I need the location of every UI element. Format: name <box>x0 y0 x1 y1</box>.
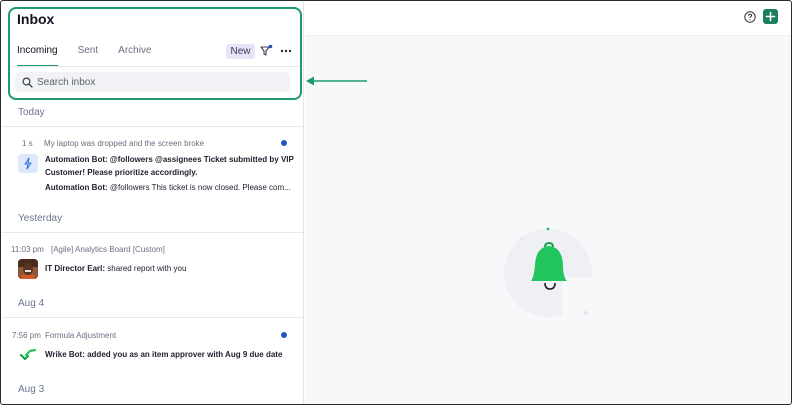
tab-sent[interactable]: Sent <box>78 45 99 67</box>
more-icon[interactable] <box>279 44 293 58</box>
page-title: Inbox <box>17 11 55 27</box>
unread-dot <box>281 332 287 338</box>
section-label-aug-4: Aug 4 <box>18 298 45 309</box>
avatar <box>18 259 38 279</box>
section-divider <box>2 317 303 318</box>
empty-state-area <box>305 36 791 404</box>
message-line: Automation Bot: @followers This ticket i… <box>45 181 301 195</box>
tab-archive[interactable]: Archive <box>118 45 151 67</box>
plus-icon <box>765 11 776 22</box>
tab-incoming[interactable]: Incoming <box>17 45 58 67</box>
section-divider <box>2 232 303 233</box>
arrow-icon <box>306 76 367 86</box>
filter-icon[interactable] <box>259 44 273 58</box>
message-text: @followers @assignees Ticket submitted b… <box>109 155 294 164</box>
add-button[interactable] <box>763 9 778 24</box>
section-label-aug-3: Aug 3 <box>18 384 45 395</box>
item-time: 11:03 pm <box>11 245 44 254</box>
unread-dot <box>281 140 287 146</box>
item-subject: My laptop was dropped and the screen bro… <box>44 139 205 148</box>
message-text: @followers This ticket is now closed. Pl… <box>109 183 291 192</box>
message-author: Wrike Bot: <box>45 350 85 359</box>
wrike-check-icon <box>20 349 36 361</box>
message-line: Wrike Bot: added you as an item approver… <box>45 348 282 362</box>
item-time: 7:56 pm <box>12 331 41 340</box>
help-icon[interactable] <box>744 11 756 23</box>
message-text: shared report with you <box>107 264 187 273</box>
bell-icon <box>504 227 600 320</box>
search-input[interactable] <box>37 72 287 92</box>
message-author: Automation Bot: <box>45 155 108 164</box>
search-icon <box>22 77 33 88</box>
new-button[interactable]: New <box>226 44 255 59</box>
lightning-icon <box>18 154 38 173</box>
message-author: IT Director Earl: <box>45 264 106 273</box>
message-line: IT Director Earl: shared report with you <box>45 262 186 276</box>
inbox-tabs: Incoming Sent Archive <box>17 45 172 67</box>
inbox-panel: Inbox Incoming Sent Archive New Today 1 … <box>1 1 304 404</box>
section-divider <box>2 126 303 127</box>
section-label-yesterday: Yesterday <box>18 213 63 224</box>
message-text-continued: Customer! Please prioritize accordingly. <box>45 168 198 177</box>
tabs-divider <box>10 66 300 67</box>
item-subject: [Agile] Analytics Board [Custom] <box>51 245 165 254</box>
section-label-today: Today <box>18 107 45 118</box>
message-line: Automation Bot: @followers @assignees Ti… <box>45 153 295 167</box>
message-line-continued: Customer! Please prioritize accordingly. <box>45 166 295 180</box>
message-text: added you as an item approver with Aug 9… <box>87 350 283 359</box>
item-time: 1 s <box>22 139 33 148</box>
item-subject: Formula Adjustment <box>45 331 117 340</box>
message-author: Automation Bot: <box>45 183 108 192</box>
